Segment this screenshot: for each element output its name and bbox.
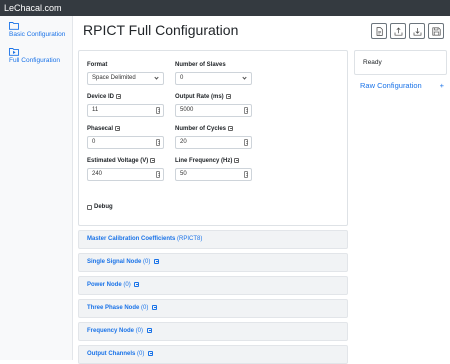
top-navbar: LeChacal.com xyxy=(0,0,450,16)
num-cycles-field: Number of Cycles 20 xyxy=(175,124,252,149)
download-button[interactable] xyxy=(409,23,425,39)
num-cycles-label: Number of Cycles xyxy=(175,124,252,133)
est-voltage-label: Estimated Voltage (V) xyxy=(87,156,164,165)
est-voltage-field: Estimated Voltage (V) 240 xyxy=(87,156,164,181)
help-icon[interactable] xyxy=(234,158,240,163)
device-id-field: Device ID 11 xyxy=(87,92,164,117)
folder-play-icon xyxy=(9,48,19,56)
spinner-icon[interactable] xyxy=(244,139,248,146)
help-icon[interactable] xyxy=(146,327,152,333)
device-id-label: Device ID xyxy=(87,92,164,101)
help-icon[interactable] xyxy=(134,281,140,287)
section-master-calibration[interactable]: Master Calibration Coefficients (RPICT8) xyxy=(78,230,348,249)
format-select[interactable]: Space Delimited xyxy=(87,72,164,85)
format-label: Format xyxy=(87,61,108,68)
save-icon xyxy=(431,26,441,36)
section-frequency-node[interactable]: Frequency Node (0) xyxy=(78,322,348,341)
output-rate-field: Output Rate (ms) 5000 xyxy=(175,92,252,117)
help-icon[interactable] xyxy=(152,304,158,310)
sidebar-item-label: Basic Configuration xyxy=(9,31,66,38)
help-icon[interactable] xyxy=(228,126,234,131)
help-icon[interactable] xyxy=(116,94,122,99)
document-icon xyxy=(376,26,383,36)
sidebar-item-basic-configuration[interactable]: Basic Configuration xyxy=(0,18,72,42)
sidebar-item-full-configuration[interactable]: Full Configuration xyxy=(0,44,72,68)
plus-icon[interactable]: + xyxy=(440,81,444,90)
format-field: Format Space Delimited xyxy=(87,60,164,85)
section-output-channels[interactable]: Output Channels (0) xyxy=(78,345,348,364)
section-three-phase-node[interactable]: Three Phase Node (0) xyxy=(78,299,348,318)
help-icon[interactable] xyxy=(150,158,156,163)
upload-icon xyxy=(394,27,402,36)
brand-title[interactable]: LeChacal.com xyxy=(4,3,62,13)
raw-configuration-toggle[interactable]: Raw Configuration + xyxy=(360,81,444,90)
spinner-icon[interactable] xyxy=(244,107,248,114)
folder-icon xyxy=(9,22,19,30)
section-single-signal-node[interactable]: Single Signal Node (0) xyxy=(78,253,348,272)
help-icon[interactable] xyxy=(225,94,231,99)
status-text: Ready xyxy=(363,59,382,66)
spinner-icon[interactable] xyxy=(156,107,160,114)
num-slaves-select[interactable]: 0 xyxy=(175,72,252,85)
phasecal-label: Phasecal xyxy=(87,124,164,133)
document-button[interactable] xyxy=(371,23,387,39)
configuration-form: Format Space Delimited Number of Slaves … xyxy=(78,50,348,226)
sidebar: Basic Configuration Full Configuration xyxy=(0,16,73,360)
num-slaves-field: Number of Slaves 0 xyxy=(175,60,252,85)
spinner-icon[interactable] xyxy=(156,139,160,146)
chevron-down-icon xyxy=(242,75,247,80)
phasecal-field: Phasecal 0 xyxy=(87,124,164,149)
help-icon[interactable] xyxy=(148,350,154,356)
download-icon xyxy=(413,27,421,36)
est-voltage-input[interactable]: 240 xyxy=(87,168,164,181)
help-icon[interactable] xyxy=(154,258,160,264)
raw-configuration-label: Raw Configuration xyxy=(360,81,422,90)
save-button[interactable] xyxy=(428,23,444,39)
phasecal-input[interactable]: 0 xyxy=(87,136,164,149)
output-rate-label: Output Rate (ms) xyxy=(175,92,252,101)
page-title: RPICT Full Configuration xyxy=(83,22,239,38)
upload-button[interactable] xyxy=(390,23,406,39)
debug-checkbox-row[interactable]: Debug xyxy=(87,204,113,210)
chevron-down-icon xyxy=(154,75,159,80)
num-slaves-label: Number of Slaves xyxy=(175,61,226,68)
line-freq-input[interactable]: 50 xyxy=(175,168,252,181)
line-freq-label: Line Frequency (Hz) xyxy=(175,156,252,165)
spinner-icon[interactable] xyxy=(244,171,248,178)
line-freq-field: Line Frequency (Hz) 50 xyxy=(175,156,252,181)
main-content: RPICT Full Configuration Format Space De… xyxy=(78,16,450,364)
status-box: Ready xyxy=(354,50,447,75)
device-id-input[interactable]: 11 xyxy=(87,104,164,117)
debug-label: Debug xyxy=(94,204,113,210)
spinner-icon[interactable] xyxy=(156,171,160,178)
num-cycles-input[interactable]: 20 xyxy=(175,136,252,149)
toolbar xyxy=(371,23,444,39)
help-icon[interactable] xyxy=(115,126,121,131)
debug-checkbox[interactable] xyxy=(87,204,92,210)
output-rate-input[interactable]: 5000 xyxy=(175,104,252,117)
section-power-node[interactable]: Power Node (0) xyxy=(78,276,348,295)
sidebar-item-label: Full Configuration xyxy=(9,57,60,64)
